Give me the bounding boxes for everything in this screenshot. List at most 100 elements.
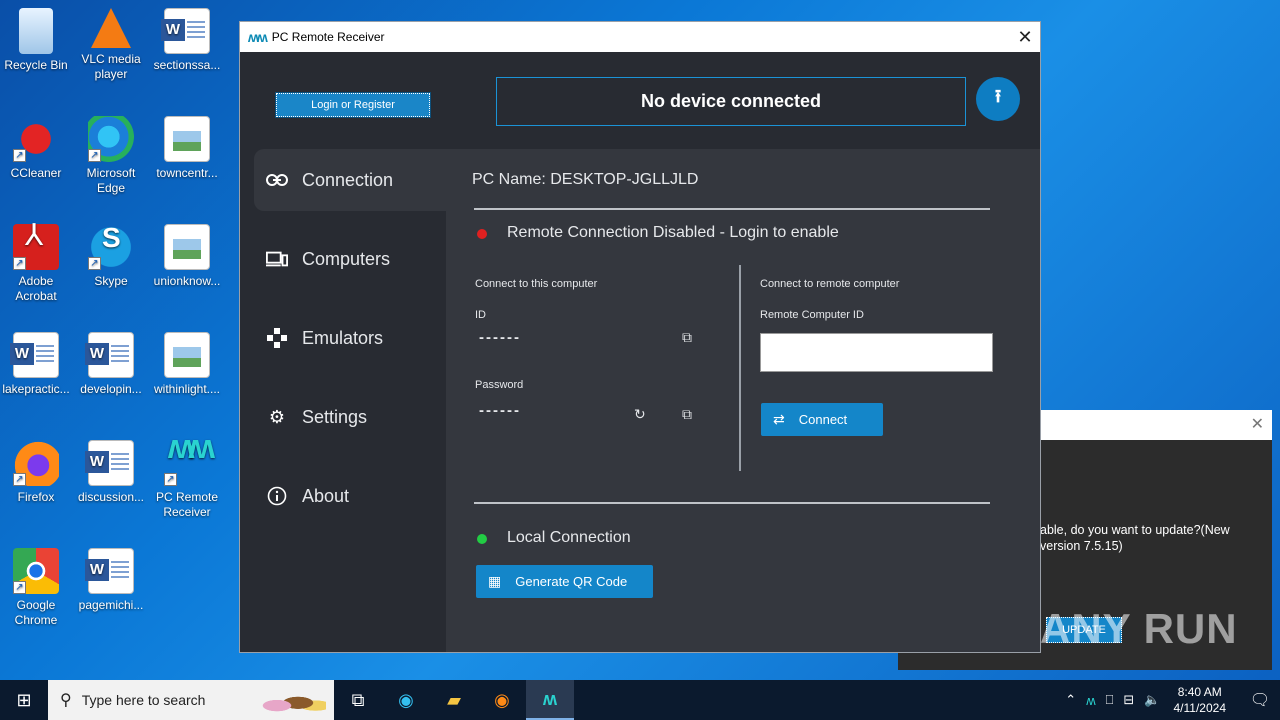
desktop-icon-image[interactable]: unionknow... [151, 224, 223, 289]
local-status-indicator [477, 534, 487, 544]
desktop-icon-image[interactable]: withinlight.... [151, 332, 223, 397]
desktop-icon-edge[interactable]: ↗ Microsoft Edge [75, 116, 147, 196]
desktop-icon-word-doc[interactable]: pagemichi... [75, 548, 147, 613]
word-doc-icon [85, 548, 134, 594]
recycle-bin-icon [19, 8, 53, 54]
sidebar-item-about[interactable]: About [254, 465, 446, 527]
sidebar-item-label: Computers [302, 248, 391, 269]
network-icon[interactable]: ⊟ [1123, 692, 1134, 708]
password-value: ------ [479, 402, 521, 419]
desktop-icon-word-doc[interactable]: discussion... [75, 440, 147, 505]
ccleaner-icon: ↗ [13, 116, 59, 162]
generate-qr-button[interactable]: ▦ Generate QR Code [476, 565, 653, 598]
app-window: ʍʍ PC Remote Receiver ✕ Login or Registe… [239, 21, 1041, 653]
sidebar-item-connection[interactable]: Connection [254, 149, 446, 211]
search-placeholder: Type here to search [81, 692, 206, 708]
desktop-icon-word-doc[interactable]: developin... [75, 332, 147, 397]
refresh-icon[interactable]: ↻ [634, 406, 646, 423]
vlc-icon [91, 8, 131, 48]
desktop-icon-label: Microsoft Edge [86, 166, 136, 195]
taskbar-edge[interactable]: ◉ [382, 680, 430, 720]
folder-icon: ▰ [447, 689, 461, 710]
copy-icon[interactable]: ⧉ [682, 329, 692, 346]
link-icon [266, 169, 288, 191]
skype-icon: ↗ [88, 224, 134, 270]
divider [474, 502, 990, 504]
adobe-acrobat-icon: ↗ [13, 224, 59, 270]
desktop-icon-label: lakepractic... [2, 382, 70, 396]
upload-icon: ⭱ [994, 86, 1002, 106]
volume-icon[interactable]: 🔈 [1144, 692, 1160, 708]
local-status-text: Local Connection [507, 529, 631, 546]
gamepad-icon [266, 327, 288, 349]
desktop-icon-label: Firefox [17, 490, 55, 504]
update-dialog-titlebar: ✕ [1040, 410, 1272, 440]
sidebar-item-label: Connection [302, 169, 394, 190]
clock[interactable]: 8:40 AM 4/11/2024 [1174, 684, 1227, 716]
id-value: ------ [479, 329, 521, 346]
remote-id-label: Remote Computer ID [760, 309, 864, 321]
desktop-icon-word-doc[interactable]: sectionssa... [151, 8, 223, 73]
sidebar-item-emulators[interactable]: Emulators [254, 307, 446, 369]
chrome-icon: ↗ [13, 548, 59, 594]
edge-icon: ↗ [88, 116, 134, 162]
desktop-icon-label: discussion... [77, 490, 145, 504]
desktop-icon-recycle-bin[interactable]: Recycle Bin [0, 8, 72, 73]
sidebar-item-settings[interactable]: ⚙ Settings [254, 386, 446, 448]
sidebar-item-computers[interactable]: Computers [254, 228, 446, 290]
word-doc-icon [85, 332, 134, 378]
pc-remote-receiver-icon: ʍ [542, 688, 557, 709]
taskbar-firefox[interactable]: ◉ [478, 680, 526, 720]
clock-time: 8:40 AM [1177, 685, 1222, 699]
close-button[interactable]: ✕ [1010, 22, 1040, 52]
search-icon: ⚲ [60, 692, 72, 709]
copy-icon[interactable]: ⧉ [682, 406, 692, 423]
app-body: Login or Register No device connected ⭱ … [240, 53, 1040, 652]
info-icon [266, 485, 288, 507]
desktop-icon-word-doc[interactable]: lakepractic... [0, 332, 72, 397]
watermark: ANY RUN [1040, 605, 1238, 652]
start-button[interactable]: ⊞ [0, 680, 48, 720]
title-bar: ʍʍ PC Remote Receiver ✕ [240, 22, 1040, 52]
desktop-icon-label: withinlight.... [153, 382, 221, 396]
pc-remote-tray-icon[interactable]: ʍ [1086, 693, 1095, 708]
sidebar: Connection Computers Emulators ⚙ Setting… [254, 149, 446, 544]
desktop-icon-label: unionknow... [153, 274, 221, 288]
notification-icon[interactable]: 🗨 [1240, 690, 1280, 710]
windows-icon: ⊞ [16, 689, 32, 710]
chevron-up-icon[interactable]: ⌃ [1065, 692, 1076, 708]
remote-computer-id-input[interactable] [760, 333, 993, 372]
column-divider [739, 265, 741, 471]
task-view-button[interactable]: ⧉ [334, 680, 382, 720]
word-doc-icon [161, 8, 210, 54]
desktop-icon-ccleaner[interactable]: ↗ CCleaner [0, 116, 72, 181]
desktop-icon-pc-remote[interactable]: ↗ PC Remote Receiver [151, 440, 223, 520]
device-icon[interactable]: ⎕ [1106, 692, 1114, 708]
desktop-icon-adobe[interactable]: ↗ Adobe Acrobat [0, 224, 72, 304]
image-file-icon [164, 224, 210, 270]
image-file-icon [164, 116, 210, 162]
taskbar-pc-remote-receiver[interactable]: ʍ [526, 680, 574, 720]
connect-this-heading: Connect to this computer [475, 278, 598, 290]
desktop-icon-label: Recycle Bin [4, 58, 68, 72]
upload-button[interactable]: ⭱ [976, 77, 1020, 121]
app-logo-icon: ʍʍ [248, 29, 268, 45]
desktop-icon-skype[interactable]: ↗ Skype [75, 224, 147, 289]
word-doc-icon [85, 440, 134, 486]
taskbar-file-explorer[interactable]: ▰ [430, 680, 478, 720]
desktop-icon-image[interactable]: towncentr... [151, 116, 223, 181]
password-label: Password [475, 379, 524, 391]
connect-button[interactable]: ⇄ Connect [761, 403, 883, 436]
desktop-icon-firefox[interactable]: ↗ Firefox [0, 440, 72, 505]
desktop-icon-label: VLC media player [81, 52, 141, 81]
generate-qr-label: Generate QR Code [515, 574, 628, 589]
desktop-icon-chrome[interactable]: ↗ Google Chrome [0, 548, 72, 628]
taskbar-search[interactable]: ⚲ Type here to search [48, 680, 334, 720]
login-register-button[interactable]: Login or Register [275, 92, 431, 118]
close-icon[interactable]: ✕ [1251, 414, 1264, 434]
search-highlight-image [256, 686, 326, 714]
desktop-icon-label: sectionssa... [153, 58, 221, 72]
remote-status-text: Remote Connection Disabled - Login to en… [507, 224, 839, 241]
desktop-icon-vlc[interactable]: VLC media player [75, 8, 147, 82]
connect-icon: ⇄ [773, 411, 785, 427]
